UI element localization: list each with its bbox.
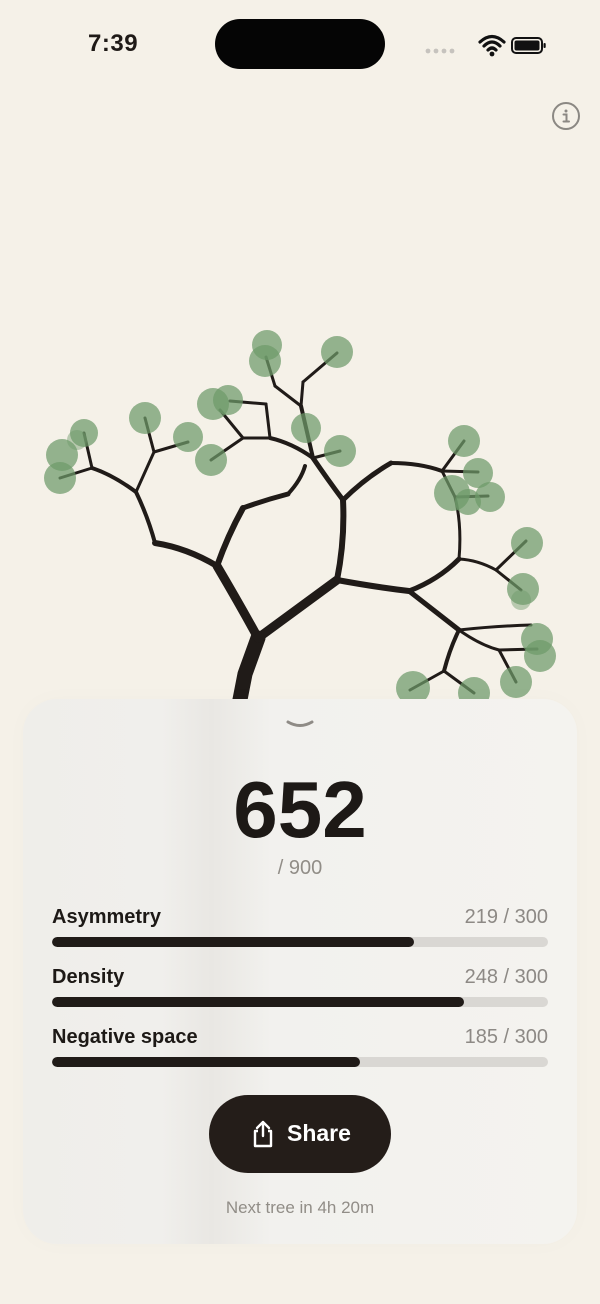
- metric-progress-track: [52, 937, 548, 947]
- status-icons: [425, 34, 546, 57]
- tree-leaf: [44, 462, 76, 494]
- tree-branch: [334, 577, 412, 594]
- metric-progress-track: [52, 997, 548, 1007]
- tree-branch: [214, 505, 246, 569]
- wifi-icon: [478, 34, 506, 57]
- tree-branch: [406, 588, 462, 633]
- tree-leaf: [475, 482, 505, 512]
- tree-leaf: [173, 422, 203, 452]
- tree-branch: [134, 490, 157, 545]
- tree-branch: [406, 556, 462, 594]
- tree-branch: [457, 628, 501, 652]
- share-icon: [253, 1120, 273, 1148]
- tree-leaf: [213, 385, 243, 415]
- tree-branch: [134, 450, 156, 494]
- tree-branch: [457, 557, 498, 572]
- status-bar: 7:39: [0, 0, 600, 90]
- score-panel: 652 / 900 Asymmetry 219 / 300 Density 24…: [23, 699, 577, 1244]
- battery-icon: [511, 37, 546, 54]
- tree-branch: [240, 491, 291, 511]
- tree-leaf: [524, 640, 556, 672]
- metric-value: 248 / 300: [464, 966, 548, 988]
- tree-branch: [334, 497, 347, 583]
- metric-label: Density: [52, 966, 125, 988]
- tree-branch: [457, 623, 533, 632]
- tree-branch: [212, 561, 263, 643]
- tree-leaf: [324, 435, 356, 467]
- metric-progress-fill: [52, 937, 415, 947]
- tree-branch: [253, 575, 342, 643]
- tree-leaf: [321, 336, 353, 368]
- tree-branch: [389, 461, 444, 473]
- info-icon: [562, 109, 570, 123]
- tree-branch: [340, 460, 394, 503]
- total-score: 652: [233, 765, 367, 854]
- bonsai-tree: [44, 330, 556, 720]
- cellular-dots-icon: [425, 48, 455, 54]
- metric-progress-fill: [52, 997, 464, 1007]
- tree-branch: [273, 384, 303, 408]
- metric-density: Density 248 / 300: [52, 966, 548, 1018]
- tree-leaf: [129, 402, 161, 434]
- dynamic-island: [215, 19, 385, 69]
- tree-leaf: [195, 444, 227, 476]
- metric-asymmetry: Asymmetry 219 / 300: [52, 906, 548, 958]
- tree-leaf: [511, 527, 543, 559]
- tree-branch: [286, 464, 307, 496]
- tree-branch: [152, 540, 220, 569]
- tree-leaf: [500, 666, 532, 698]
- next-tree-countdown: Next tree in 4h 20m: [225, 1198, 375, 1217]
- tree-leaf: [291, 413, 321, 443]
- info-button[interactable]: [552, 102, 580, 130]
- tree-branch: [299, 380, 305, 408]
- share-button[interactable]: Share: [209, 1095, 391, 1173]
- tree-branch: [442, 628, 461, 673]
- status-time: 7:39: [88, 30, 139, 57]
- metric-value: 219 / 300: [464, 906, 548, 928]
- metric-progress-fill: [52, 1057, 360, 1067]
- share-button-label: Share: [287, 1120, 351, 1146]
- metric-negative-space: Negative space 185 / 300: [52, 1026, 548, 1078]
- metric-label: Asymmetry: [52, 906, 161, 928]
- tree-branch: [90, 466, 138, 494]
- chevron-down-icon[interactable]: [284, 717, 316, 735]
- metric-progress-track: [52, 1057, 548, 1067]
- tree-leaf: [448, 425, 480, 457]
- tree-leaf: [249, 345, 281, 377]
- tree-branch: [264, 402, 272, 440]
- score-max: / 900: [277, 857, 323, 879]
- metric-label: Negative space: [52, 1026, 198, 1048]
- tree-leaf: [511, 590, 531, 610]
- metric-value: 185 / 300: [464, 1026, 548, 1048]
